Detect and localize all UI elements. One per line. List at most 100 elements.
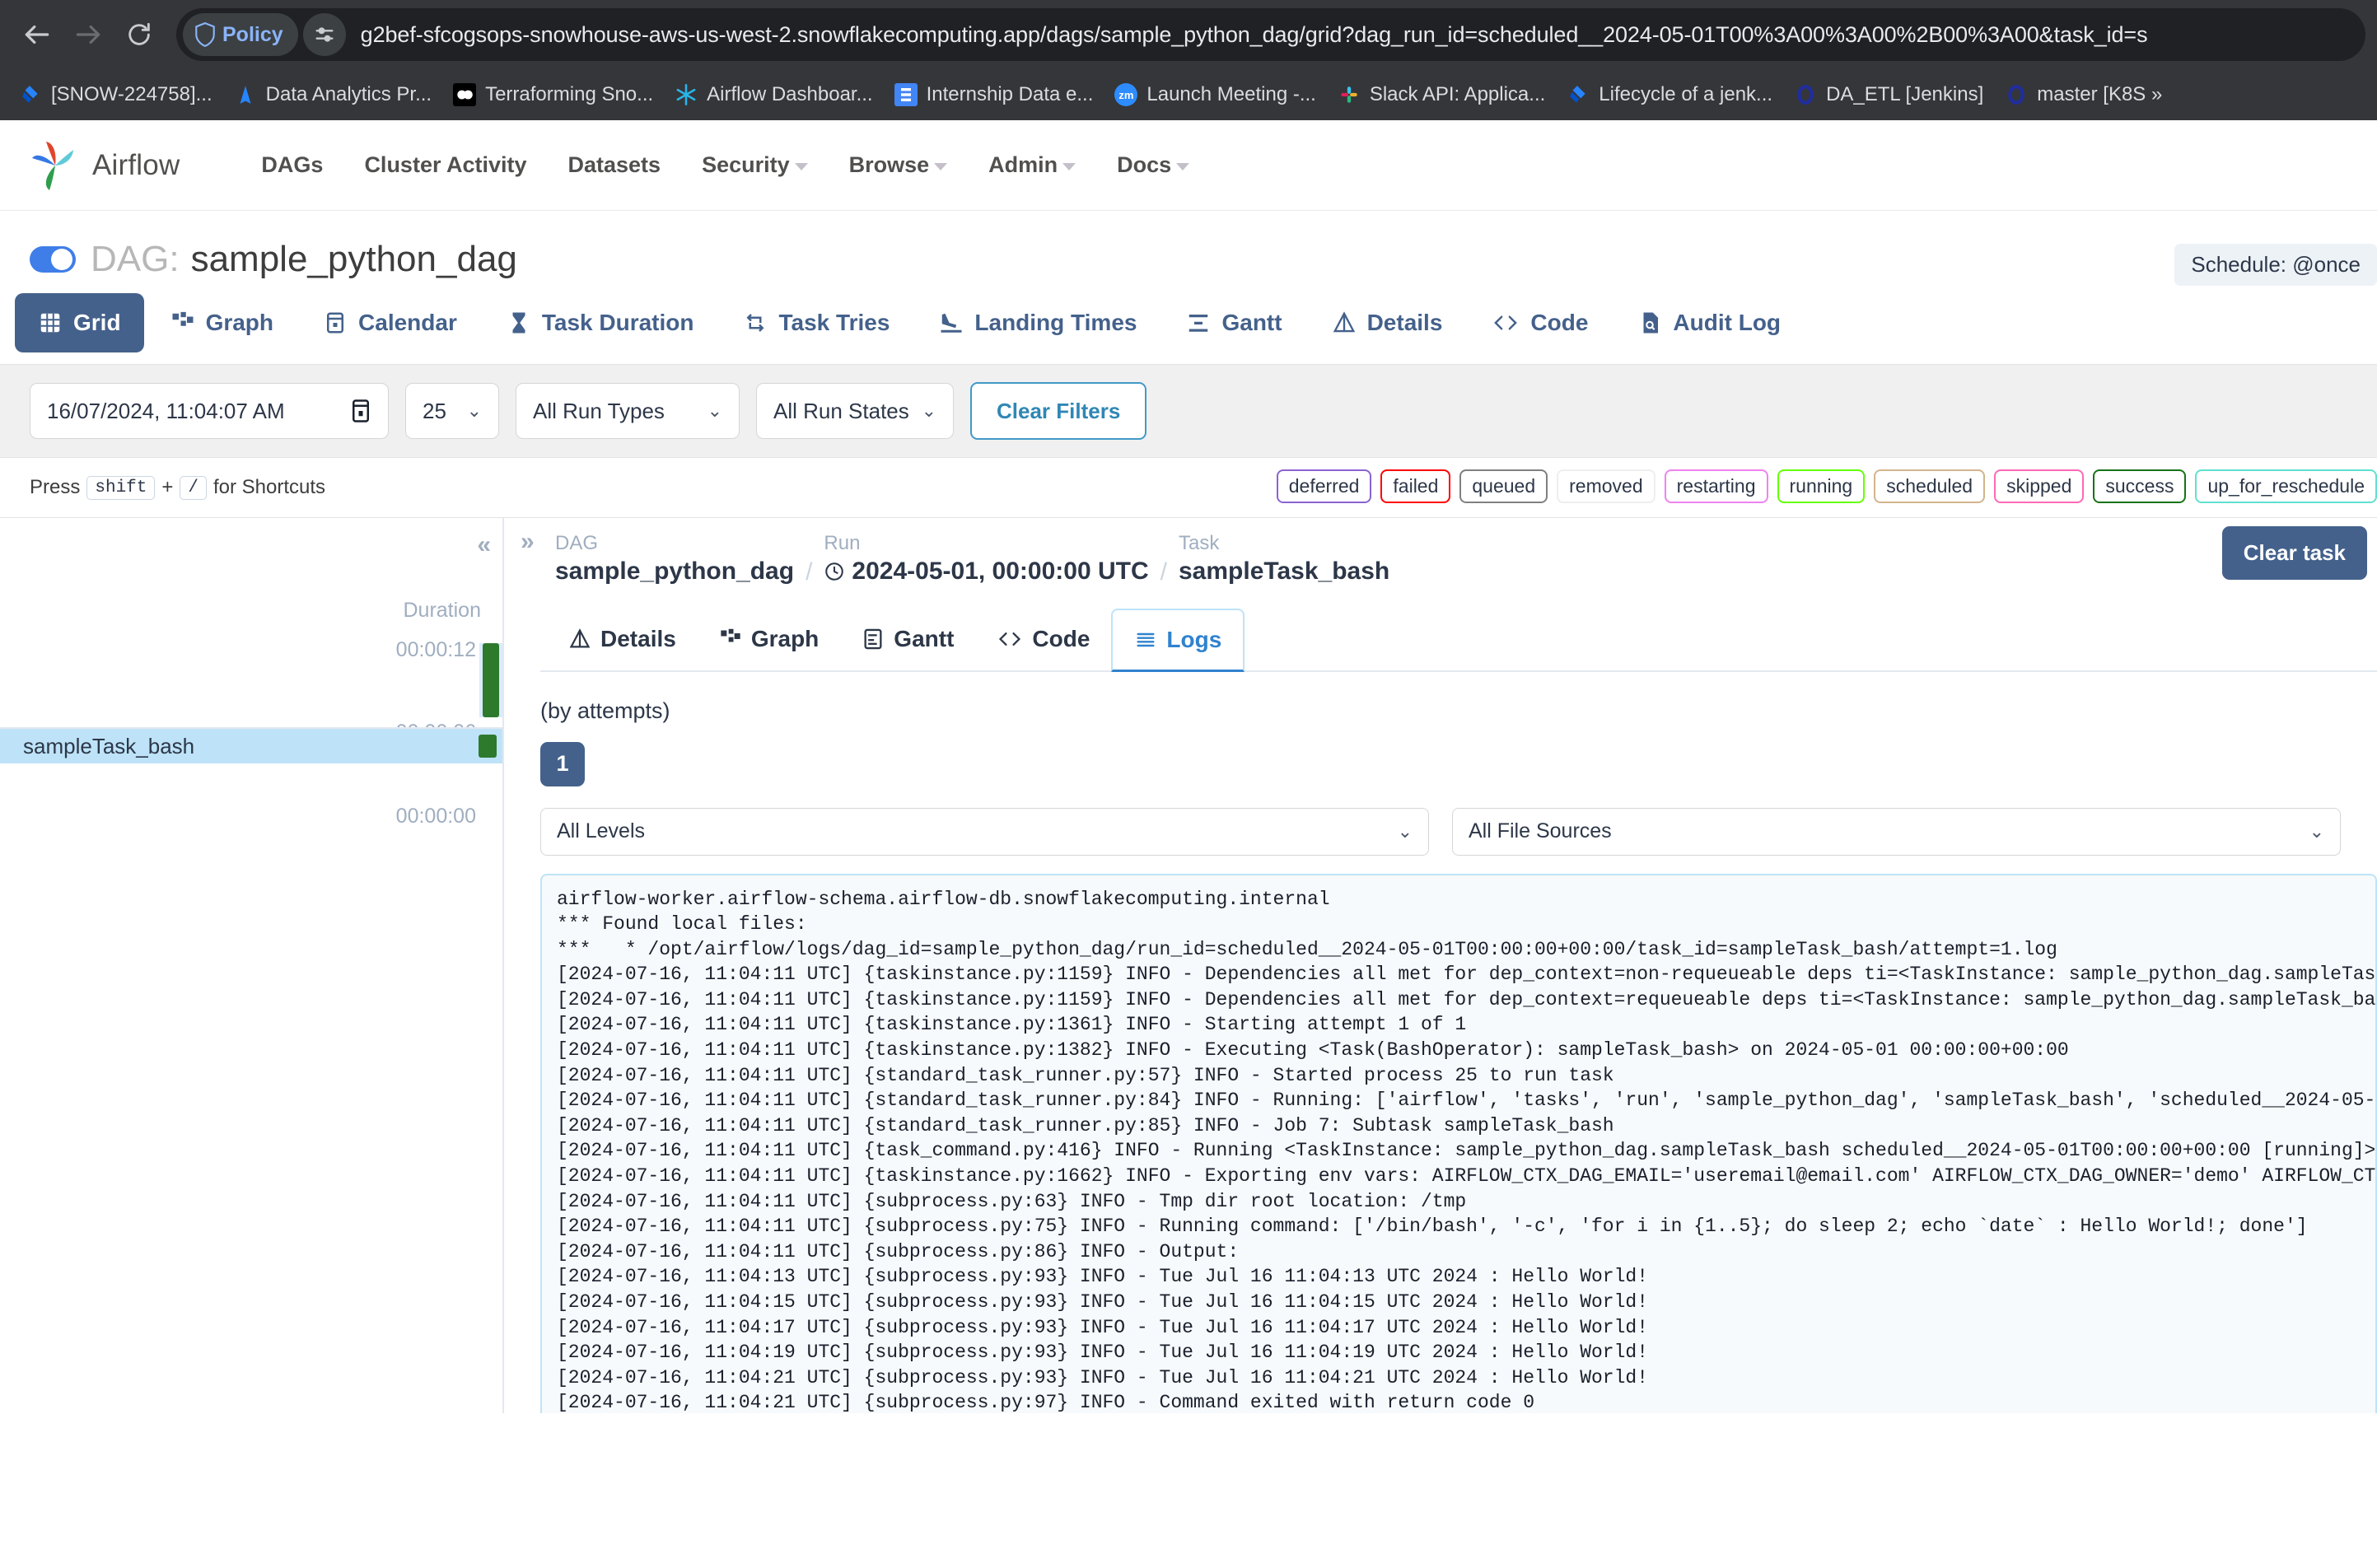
nav-item-browse[interactable]: Browse	[829, 144, 969, 186]
detail-tab-label: Graph	[751, 626, 819, 652]
tab-calendar[interactable]: Calendar	[300, 293, 480, 352]
bookmark-item[interactable]: master [K8S »	[1994, 78, 2173, 111]
status-badge-up-for-reschedule[interactable]: up_for_reschedule	[2195, 469, 2377, 503]
breadcrumb-dag-value: sample_python_dag	[555, 556, 794, 587]
bookmark-item[interactable]: zm Launch Meeting -...	[1104, 78, 1326, 111]
dag-view-tabs: Grid Graph Calendar Task Duration Task T…	[0, 288, 2377, 352]
log-source-select[interactable]: All File Sources ⌄	[1452, 808, 2341, 856]
airflow-logo[interactable]: Airflow	[30, 138, 180, 193]
slack-icon	[1338, 83, 1361, 106]
status-legend: deferred failed queued removed restartin…	[1277, 469, 2377, 503]
log-level-select[interactable]: All Levels ⌄	[540, 808, 1429, 856]
nav-item-cluster-activity[interactable]: Cluster Activity	[343, 144, 547, 186]
bookmark-label: Airflow Dashboar...	[707, 83, 872, 106]
bookmark-item[interactable]: [SNOW-224758]...	[8, 78, 223, 111]
nav-item-security[interactable]: Security	[681, 144, 829, 186]
task-instance-square[interactable]	[479, 735, 497, 758]
tab-landing-times[interactable]: Landing Times	[916, 293, 1160, 352]
docs-icon	[894, 83, 918, 106]
status-badge-failed[interactable]: failed	[1380, 469, 1450, 503]
shortcut-suffix-label: for Shortcuts	[213, 476, 325, 499]
detail-tab-logs[interactable]: Logs	[1111, 609, 1245, 672]
detail-tab-code[interactable]: Code	[975, 609, 1111, 670]
nav-label: Browse	[849, 152, 930, 178]
status-badge-restarting[interactable]: restarting	[1665, 469, 1768, 503]
calendar-icon[interactable]	[350, 399, 371, 423]
log-source-value: All File Sources	[1469, 819, 1612, 843]
bookmark-item[interactable]: Lifecycle of a jenk...	[1556, 78, 1783, 111]
nav-label: Security	[702, 152, 790, 178]
terraform-icon	[453, 83, 476, 106]
policy-chip[interactable]: Policy	[183, 13, 298, 56]
run-type-select[interactable]: All Run Types ⌄	[516, 383, 740, 439]
breadcrumb-dag[interactable]: DAG sample_python_dag	[555, 531, 794, 587]
page-title: sample_python_dag	[191, 239, 517, 280]
airflow-pinwheel-icon	[30, 138, 81, 193]
breadcrumb-task[interactable]: Task sampleTask_bash	[1179, 531, 1389, 587]
nav-item-docs[interactable]: Docs	[1096, 144, 1210, 186]
bookmark-item[interactable]: Data Analytics Pr...	[223, 78, 442, 111]
log-line: [2024-07-16, 11:04:19 UTC] {subprocess.p…	[557, 1340, 2375, 1365]
tab-label: Task Tries	[778, 310, 890, 336]
status-badge-deferred[interactable]: deferred	[1277, 469, 1372, 503]
browser-chrome: Policy g2bef-sfcogsops-snowhouse-aws-us-…	[0, 0, 2377, 120]
bookmark-item[interactable]: Internship Data e...	[884, 78, 1104, 111]
run-duration-bar-column[interactable]	[479, 643, 502, 717]
nav-item-dags[interactable]: DAGs	[241, 144, 343, 186]
grid-task-row[interactable]: sampleTask_bash	[0, 727, 502, 763]
status-badge-running[interactable]: running	[1777, 469, 1866, 503]
status-badge-removed[interactable]: removed	[1557, 469, 1655, 503]
status-badge-scheduled[interactable]: scheduled	[1874, 469, 1985, 503]
status-badge-skipped[interactable]: skipped	[1994, 469, 2084, 503]
detail-tab-details[interactable]: Details	[547, 609, 698, 670]
log-line: [2024-07-16, 11:04:11 UTC] {standard_tas…	[557, 1088, 2375, 1113]
run-count-select[interactable]: 25 ⌄	[405, 383, 499, 439]
bookmark-item[interactable]: Slack API: Applica...	[1327, 78, 1556, 111]
breadcrumb-run[interactable]: Run 2024-05-01, 00:00:00 UTC	[824, 531, 1148, 587]
bookmark-label: master [K8S »	[2037, 83, 2162, 106]
log-output[interactable]: airflow-worker.airflow-schema.airflow-db…	[540, 874, 2377, 1414]
nav-item-admin[interactable]: Admin	[968, 144, 1096, 186]
nav-item-datasets[interactable]: Datasets	[548, 144, 682, 186]
run-duration-bar[interactable]	[483, 643, 499, 717]
tab-label: Gantt	[1221, 310, 1282, 336]
status-badge-success[interactable]: success	[2093, 469, 2186, 503]
bookmark-label: Launch Meeting -...	[1146, 83, 1315, 106]
clear-task-button[interactable]: Clear task	[2222, 526, 2367, 580]
code-icon	[997, 628, 1023, 651]
code-icon	[1492, 310, 1520, 335]
clear-filters-button[interactable]: Clear Filters	[970, 382, 1146, 440]
log-line: [2024-07-16, 11:04:11 UTC] {taskinstance…	[557, 987, 2375, 1013]
forward-arrow-icon[interactable]	[63, 9, 114, 60]
tab-task-tries[interactable]: Task Tries	[720, 293, 913, 352]
attempt-button-1[interactable]: 1	[540, 742, 585, 786]
tab-grid[interactable]: Grid	[15, 293, 144, 352]
tab-audit-log[interactable]: Audit Log	[1614, 293, 1804, 352]
bookmark-label: Data Analytics Pr...	[266, 83, 432, 106]
dag-pause-toggle[interactable]	[30, 246, 76, 273]
tab-code[interactable]: Code	[1469, 293, 1611, 352]
chevron-double-left-icon[interactable]: «	[477, 531, 491, 559]
omnibox[interactable]: Policy g2bef-sfcogsops-snowhouse-aws-us-…	[176, 8, 2365, 61]
status-badge-queued[interactable]: queued	[1459, 469, 1548, 503]
tab-graph[interactable]: Graph	[147, 293, 297, 352]
log-line: [2024-07-16, 11:04:11 UTC] {subprocess.p…	[557, 1189, 2375, 1215]
site-permissions-icon[interactable]	[303, 13, 346, 56]
detail-tab-gantt[interactable]: Gantt	[840, 609, 975, 670]
reload-icon[interactable]	[114, 9, 165, 60]
bookmark-item[interactable]: DA_ETL [Jenkins]	[1783, 78, 1994, 111]
url-text[interactable]: g2bef-sfcogsops-snowhouse-aws-us-west-2.…	[361, 22, 2357, 48]
log-line: [2024-07-16, 11:04:11 UTC] {subprocess.p…	[557, 1239, 2375, 1265]
tab-gantt[interactable]: Gantt	[1163, 293, 1305, 352]
run-date-input[interactable]: 16/07/2024, 11:04:07 AM	[30, 383, 389, 439]
back-arrow-icon[interactable]	[12, 9, 63, 60]
tab-details[interactable]: Details	[1309, 293, 1466, 352]
tab-task-duration[interactable]: Task Duration	[483, 293, 717, 352]
bookmark-item[interactable]: Terraforming Sno...	[442, 78, 664, 111]
bookmark-label: Terraforming Sno...	[485, 83, 653, 106]
detail-tab-label: Logs	[1166, 627, 1221, 653]
clock-icon	[824, 561, 845, 582]
detail-tab-graph[interactable]: Graph	[698, 609, 840, 670]
bookmark-item[interactable]: Airflow Dashboar...	[664, 78, 883, 111]
run-state-select[interactable]: All Run States ⌄	[756, 383, 954, 439]
